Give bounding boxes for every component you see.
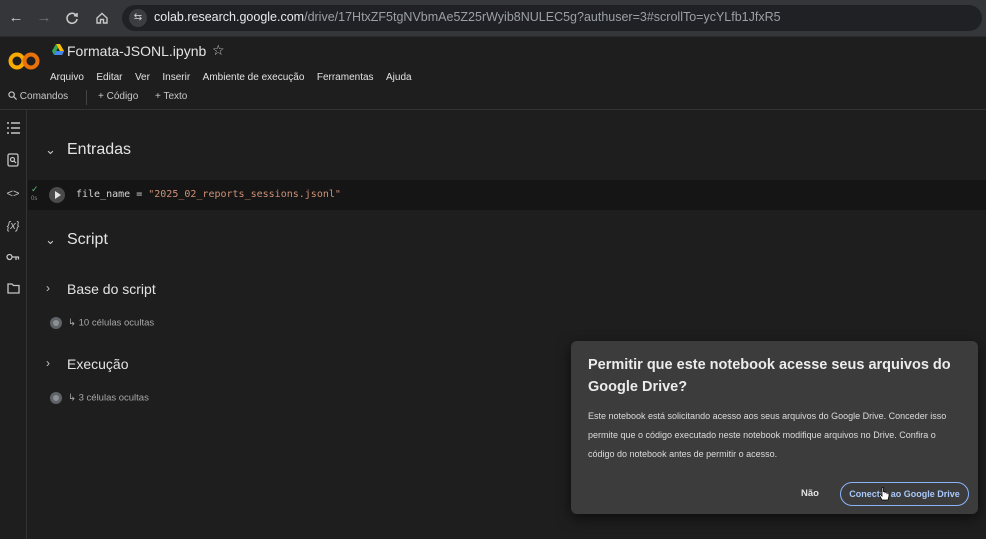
- chevron-right-icon[interactable]: ›: [46, 356, 50, 370]
- url-text: colab.research.google.com/drive/17HtxZF5…: [154, 10, 781, 24]
- menu-ajuda[interactable]: Ajuda: [386, 72, 412, 83]
- code-string: "2025_02_reports_sessions.jsonl": [148, 189, 341, 200]
- hidden-cells-toggle[interactable]: ↳ 10 células ocultas: [50, 317, 154, 329]
- find-icon[interactable]: [4, 153, 22, 171]
- menu-inserir[interactable]: Inserir: [162, 72, 190, 83]
- menu-ver[interactable]: Ver: [135, 72, 150, 83]
- menu-ambiente-execucao[interactable]: Ambiente de execução: [203, 72, 305, 83]
- chevron-right-icon[interactable]: ›: [46, 281, 50, 295]
- files-folder-icon[interactable]: [4, 281, 22, 299]
- notebook-toolbar: Comandos + Código + Texto: [0, 87, 986, 110]
- notebook-title[interactable]: Formata-JSONL.ipynb: [67, 43, 206, 59]
- code-operator: =: [130, 189, 149, 200]
- code-snippets-icon[interactable]: <>: [4, 185, 22, 203]
- url-host: colab.research.google.com: [154, 10, 305, 24]
- url-path: /drive/17HtxZF5tgNVbmAe5Z25rWyib8NULEC5g…: [304, 10, 781, 24]
- hand-cursor-icon: [878, 487, 890, 501]
- hidden-cells-arrow-icon: ↳: [68, 317, 79, 329]
- run-cell-button[interactable]: [49, 187, 65, 203]
- add-text-button[interactable]: + Texto: [155, 91, 187, 102]
- chevron-down-icon[interactable]: ⌄: [45, 232, 56, 248]
- check-icon: ✓: [31, 184, 39, 194]
- menu-arquivo[interactable]: Arquivo: [50, 72, 84, 83]
- browser-toolbar: ← → ⇆ colab.research.google.com/drive/17…: [0, 0, 986, 37]
- drive-permission-dialog: Permitir que este notebook acesse seus a…: [571, 341, 978, 514]
- forward-arrow-icon[interactable]: →: [34, 8, 54, 28]
- hidden-cells-label: 3 células ocultas: [78, 392, 149, 404]
- search-icon: [8, 91, 17, 100]
- google-drive-icon: [52, 44, 64, 55]
- connect-drive-button[interactable]: Conectar ao Google Drive: [840, 482, 969, 506]
- hidden-cells-arrow-icon: ↳: [68, 392, 79, 404]
- code-cell[interactable]: ✓ 0s file_name = "2025_02_reports_session…: [28, 180, 986, 210]
- section-title-execucao[interactable]: Execução: [67, 356, 128, 372]
- cancel-button[interactable]: Não: [801, 488, 819, 499]
- reload-icon[interactable]: [62, 8, 82, 28]
- toolbar-divider: [86, 90, 87, 105]
- chevron-down-icon[interactable]: ⌄: [45, 142, 56, 158]
- section-title-base-do-script[interactable]: Base do script: [67, 281, 156, 297]
- colab-header: Formata-JSONL.ipynb ☆ Arquivo Editar Ver…: [0, 37, 986, 87]
- colab-logo-icon[interactable]: [8, 51, 40, 71]
- menu-bar: Arquivo Editar Ver Inserir Ambiente de e…: [50, 67, 420, 85]
- table-of-contents-icon[interactable]: [4, 121, 22, 139]
- hidden-cells-toggle[interactable]: ↳ 3 células ocultas: [50, 392, 149, 404]
- hidden-cells-icon: [50, 317, 62, 329]
- cell-exec-time: 0s: [31, 196, 38, 202]
- dialog-title: Permitir que este notebook acesse seus a…: [588, 357, 951, 395]
- secrets-key-icon[interactable]: [4, 249, 22, 267]
- star-icon[interactable]: ☆: [212, 42, 225, 59]
- dialog-body: Este notebook está solicitando acesso ao…: [588, 411, 947, 459]
- left-rail: <> {x}: [0, 110, 27, 539]
- menu-editar[interactable]: Editar: [96, 72, 122, 83]
- home-icon[interactable]: [92, 8, 112, 28]
- variables-icon[interactable]: {x}: [4, 217, 22, 235]
- code-variable: file_name: [76, 189, 131, 200]
- commands-label: Comandos: [19, 91, 69, 102]
- menu-ferramentas[interactable]: Ferramentas: [317, 72, 374, 83]
- section-title-entradas[interactable]: Entradas: [67, 141, 131, 159]
- commands-button[interactable]: Comandos: [8, 91, 68, 102]
- hidden-cells-icon: [50, 392, 62, 404]
- back-arrow-icon[interactable]: ←: [6, 8, 26, 28]
- section-title-script[interactable]: Script: [67, 231, 108, 249]
- site-settings-icon[interactable]: ⇆: [129, 9, 147, 27]
- add-code-button[interactable]: + Código: [98, 91, 138, 102]
- cell-status: ✓ 0s: [31, 185, 41, 203]
- hidden-cells-label: 10 células ocultas: [78, 317, 155, 329]
- code-line[interactable]: file_name = "2025_02_reports_sessions.js…: [76, 189, 341, 200]
- address-bar[interactable]: ⇆ colab.research.google.com/drive/17HtxZ…: [122, 5, 982, 31]
